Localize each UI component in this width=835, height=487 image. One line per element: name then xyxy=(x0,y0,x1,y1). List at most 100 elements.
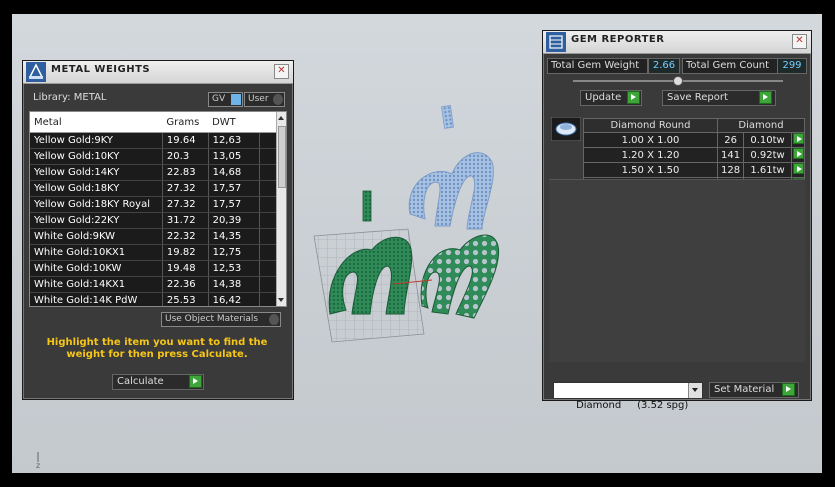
dwt-cell: 12,63 xyxy=(208,132,260,149)
calculate-go-icon[interactable] xyxy=(189,375,202,388)
total-gem-weight-label: Total Gem Weight xyxy=(547,58,648,74)
metal-table-row[interactable]: Yellow Gold:22KY 31.72 20,39 xyxy=(30,212,278,229)
metal-weights-close-button[interactable]: ✕ xyxy=(274,64,289,79)
metal-name-cell: White Gold:10KX1 xyxy=(30,244,163,261)
gem-row-action-cell xyxy=(791,132,805,148)
metal-weights-panel: METAL WEIGHTS ✕ Library: METAL GV User M… xyxy=(22,60,294,400)
metal-name-cell: White Gold:14K PdW xyxy=(30,292,163,306)
dwt-cell: 12,75 xyxy=(208,244,260,261)
material-select[interactable]: Diamond (3.52 spg) xyxy=(553,382,703,411)
row-spacer-cell xyxy=(259,196,278,213)
grams-cell: 22.32 xyxy=(162,228,209,245)
gem-header-shape: Diamond Round xyxy=(583,118,718,133)
gv-toggle[interactable]: GV xyxy=(208,92,243,107)
metal-weights-icon xyxy=(26,62,46,82)
metal-name-cell: Yellow Gold:9KY xyxy=(30,132,163,149)
metal-table-row[interactable]: Yellow Gold:18KY 27.32 17,57 xyxy=(30,180,278,197)
use-object-materials-knob xyxy=(269,314,279,325)
gem-reporter-icon xyxy=(546,32,566,52)
scroll-thumb[interactable] xyxy=(278,126,286,188)
gem-size-cell: 1.20 X 1.20 xyxy=(583,147,718,163)
column-header-grams[interactable]: Grams xyxy=(162,112,209,133)
metal-name-cell: White Gold:14KX1 xyxy=(30,276,163,293)
gem-row-go-icon[interactable] xyxy=(792,148,804,159)
column-header-metal[interactable]: Metal xyxy=(30,112,163,133)
gem-table-header: Diamond Round Diamond xyxy=(583,118,805,133)
metal-table-row[interactable]: White Gold:9KW 22.32 14,35 xyxy=(30,228,278,245)
metal-table-row[interactable]: White Gold:14K PdW 25.53 16,42 xyxy=(30,292,278,306)
dwt-cell: 14,68 xyxy=(208,164,260,181)
gem-table-row[interactable]: 1.20 X 1.20 141 0.92tw xyxy=(583,147,805,163)
gem-header-material: Diamond xyxy=(717,118,805,133)
scroll-up-arrow[interactable] xyxy=(278,116,284,120)
scroll-down-arrow[interactable] xyxy=(278,298,284,302)
user-toggle[interactable]: User xyxy=(244,92,285,107)
chevron-down-icon[interactable] xyxy=(688,383,702,398)
dwt-cell: 14,35 xyxy=(208,228,260,245)
metal-table-row[interactable]: Yellow Gold:18KY Royal 27.32 17,57 xyxy=(30,196,278,213)
metal-table-row[interactable]: Yellow Gold:9KY 19.64 12,63 xyxy=(30,132,278,149)
gv-toggle-knob xyxy=(231,94,241,105)
user-toggle-knob xyxy=(273,94,283,105)
metal-weights-titlebar[interactable]: METAL WEIGHTS ✕ xyxy=(23,61,293,84)
axis-indicator: z xyxy=(36,461,40,470)
update-go-icon[interactable] xyxy=(627,91,640,104)
size-slider-thumb[interactable] xyxy=(673,76,683,86)
library-label: Library: METAL xyxy=(33,92,107,103)
metal-weights-title: METAL WEIGHTS xyxy=(51,64,151,75)
total-gem-weight-value: 2.66 xyxy=(648,58,680,74)
gem-reporter-titlebar[interactable]: GEM REPORTER ✕ xyxy=(543,31,811,54)
gem-row-go-icon[interactable] xyxy=(792,133,804,144)
save-report-go-icon[interactable] xyxy=(759,91,772,104)
gem-weight-cell: 0.92tw xyxy=(743,147,792,163)
metal-table-row[interactable]: White Gold:10KW 19.48 12,53 xyxy=(30,260,278,277)
grams-cell: 19.48 xyxy=(162,260,209,277)
metal-name-cell: Yellow Gold:14KY xyxy=(30,164,163,181)
total-gem-count-label: Total Gem Count xyxy=(682,58,779,74)
grams-cell: 25.53 xyxy=(162,292,209,306)
gem-weight-cell: 0.10tw xyxy=(743,132,792,148)
gem-count-cell: 141 xyxy=(716,147,745,163)
row-spacer-cell xyxy=(259,212,278,229)
gem-report-area xyxy=(549,179,805,362)
row-spacer-cell xyxy=(259,276,278,293)
row-spacer-cell xyxy=(259,164,278,181)
metal-table-scrollbar[interactable] xyxy=(276,112,286,306)
dwt-cell: 17,57 xyxy=(208,180,260,197)
dwt-cell: 17,57 xyxy=(208,196,260,213)
metal-name-cell: Yellow Gold:18KY Royal xyxy=(30,196,163,213)
metal-table-row[interactable]: Yellow Gold:14KY 22.83 14,68 xyxy=(30,164,278,181)
diamond-gem-icon[interactable] xyxy=(551,117,581,141)
grams-cell: 31.72 xyxy=(162,212,209,229)
use-object-materials-toggle[interactable]: Use Object Materials xyxy=(161,312,281,327)
dwt-cell: 16,42 xyxy=(208,292,260,306)
gem-table-row[interactable]: 1.00 X 1.00 26 0.10tw xyxy=(583,132,805,148)
gem-row-go-icon[interactable] xyxy=(792,163,804,174)
metal-table-row[interactable]: Yellow Gold:10KY 20.3 13,05 xyxy=(30,148,278,165)
row-spacer-cell xyxy=(259,180,278,197)
metal-table-container[interactable]: Metal Grams DWT Yellow Gold:9KY 19.64 12,6… xyxy=(29,111,287,307)
metal-name-cell: Yellow Gold:22KY xyxy=(30,212,163,229)
row-spacer-cell xyxy=(259,132,278,149)
gem-count-cell: 128 xyxy=(716,162,745,178)
gem-table-row[interactable]: 1.50 X 1.50 128 1.61tw xyxy=(583,162,805,178)
row-spacer-cell xyxy=(259,244,278,261)
row-spacer-cell xyxy=(259,148,278,165)
gem-row-action-cell xyxy=(791,162,805,178)
metal-name-cell: Yellow Gold:18KY xyxy=(30,180,163,197)
grams-cell: 27.32 xyxy=(162,180,209,197)
gem-count-cell: 26 xyxy=(716,132,745,148)
set-material-go-icon[interactable] xyxy=(782,383,795,396)
grams-cell: 22.36 xyxy=(162,276,209,293)
gem-reporter-title: GEM REPORTER xyxy=(571,34,665,45)
gem-size-cell: 1.00 X 1.00 xyxy=(583,132,718,148)
instruction-text: Highlight the item you want to find the … xyxy=(46,337,268,360)
grams-cell: 27.32 xyxy=(162,196,209,213)
column-header-dwt[interactable]: DWT xyxy=(208,112,260,133)
metal-table-row[interactable]: White Gold:14KX1 22.36 14,38 xyxy=(30,276,278,293)
metal-table-row[interactable]: White Gold:10KX1 19.82 12,75 xyxy=(30,244,278,261)
row-spacer-cell xyxy=(259,292,278,306)
metal-table-header: Metal Grams DWT xyxy=(30,112,277,133)
gem-reporter-close-button[interactable]: ✕ xyxy=(792,34,807,49)
3d-viewport[interactable]: z METAL WEIGHTS ✕ Library: METAL GV User xyxy=(12,14,822,473)
